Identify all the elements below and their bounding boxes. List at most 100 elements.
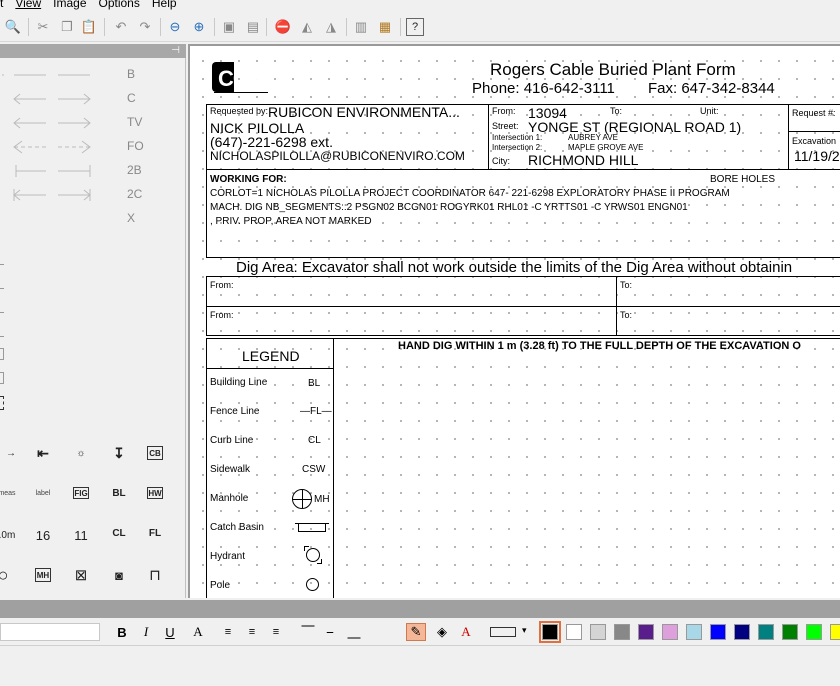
menu-item-options[interactable]: Options: [93, 0, 146, 10]
fig-symbol[interactable]: FIG: [73, 487, 89, 499]
line-style-x[interactable]: X: [0, 208, 186, 230]
legend-item-name: Curb Line: [210, 435, 254, 446]
font-color-button[interactable]: A: [188, 623, 208, 641]
redo-icon[interactable]: ↷: [136, 18, 154, 36]
dig-from-label-2: From:: [210, 310, 234, 320]
align-center-icon[interactable]: ≡: [242, 623, 262, 641]
label-symbol[interactable]: label: [32, 482, 54, 504]
dimension-symbol[interactable]: .0m: [0, 524, 18, 546]
fill-bucket-icon[interactable]: ◈: [432, 623, 452, 641]
menu-item-image[interactable]: Image: [47, 0, 92, 10]
pin-icon[interactable]: ⊣: [171, 45, 180, 56]
line-style-b[interactable]: B: [0, 64, 186, 86]
find-icon[interactable]: 🔍: [4, 18, 22, 36]
color-swatch[interactable]: [686, 624, 702, 640]
color-swatch[interactable]: [758, 624, 774, 640]
cut-icon[interactable]: ✂: [34, 18, 52, 36]
from-label: From:: [492, 106, 516, 116]
line-style-2b[interactable]: 2B: [0, 160, 186, 182]
align-right-icon[interactable]: ≡: [266, 623, 286, 641]
menu-item-help[interactable]: Help: [146, 0, 183, 10]
flip-vertical-icon[interactable]: ◮: [322, 18, 340, 36]
notes-icon[interactable]: ▦: [376, 18, 394, 36]
cl-symbol[interactable]: CL: [108, 522, 130, 544]
catch-basin-icon[interactable]: ⊠: [70, 564, 92, 586]
horizontal-scrollbar[interactable]: [0, 600, 840, 618]
color-swatch[interactable]: [806, 624, 822, 640]
meas-symbol[interactable]: meas: [0, 482, 18, 504]
arrow-left-bar-icon[interactable]: ⇤: [32, 442, 54, 464]
flip-horizontal-icon[interactable]: ◭: [298, 18, 316, 36]
bold-button[interactable]: B: [112, 623, 132, 641]
fl-symbol[interactable]: FL: [144, 522, 166, 544]
color-swatch[interactable]: [662, 624, 678, 640]
menu-item-edit-partial[interactable]: t: [0, 0, 9, 10]
hydrant-symbol-icon: [304, 546, 322, 564]
stop-icon[interactable]: ⛔: [274, 18, 292, 36]
toolbar-separator: [160, 18, 161, 36]
toolbar-separator: [214, 18, 215, 36]
toolbar-separator: [28, 18, 29, 36]
zoom-out-icon[interactable]: ⊖: [166, 18, 184, 36]
line-style-c[interactable]: C: [0, 88, 186, 110]
valign-top-icon[interactable]: ⎺: [298, 623, 318, 641]
properties-icon[interactable]: ▥: [352, 18, 370, 36]
send-back-icon[interactable]: ▤: [244, 18, 262, 36]
line-style-2c[interactable]: 2C: [0, 184, 186, 206]
ccs-logo: CCS: [212, 60, 268, 98]
color-swatch[interactable]: [539, 621, 561, 643]
drawing-canvas[interactable]: CCS Rogers Cable Buried Plant Form Phone…: [188, 44, 840, 598]
valign-middle-icon[interactable]: ⎯: [320, 623, 340, 641]
undo-icon[interactable]: ↶: [112, 18, 130, 36]
font-size-input[interactable]: [0, 623, 100, 641]
chevron-down-icon[interactable]: ▾: [522, 625, 527, 636]
color-swatch[interactable]: [566, 624, 582, 640]
color-swatch[interactable]: [638, 624, 654, 640]
line-style-fo[interactable]: FO: [0, 136, 186, 158]
line-width-dropdown[interactable]: [490, 627, 516, 637]
color-swatch[interactable]: [710, 624, 726, 640]
line-style-tv[interactable]: TV: [0, 112, 186, 134]
italic-button[interactable]: I: [136, 623, 156, 641]
color-swatch[interactable]: [614, 624, 630, 640]
paste-icon[interactable]: 📋: [80, 18, 98, 36]
cb-symbol[interactable]: CB: [147, 446, 163, 460]
pole-symbol-icon: [306, 578, 319, 591]
legend-item-code: CL: [308, 435, 321, 446]
value-11-symbol[interactable]: 11: [70, 524, 92, 546]
text-color-icon[interactable]: A: [456, 623, 476, 641]
legend-item-code: —FL—: [300, 406, 332, 417]
underline-button[interactable]: U: [160, 623, 180, 641]
bring-front-icon[interactable]: ▣: [220, 18, 238, 36]
pen-color-icon[interactable]: ✎: [406, 623, 426, 641]
hand-dig-warning: HAND DIG WITHIN 1 m (3.28 ft) TO THE FUL…: [398, 340, 801, 352]
legend-title: LEGEND: [242, 348, 300, 364]
bl-symbol[interactable]: BL: [108, 482, 130, 504]
hw-symbol[interactable]: HW: [147, 487, 163, 499]
menu-item-view[interactable]: View: [9, 0, 47, 10]
align-left-icon[interactable]: ≡: [218, 623, 238, 641]
valve-icon[interactable]: ◙: [108, 564, 130, 586]
legend-item-name: Pole: [210, 580, 231, 591]
sun-icon[interactable]: ☼: [70, 442, 92, 464]
manhole-symbol-icon: [292, 489, 312, 509]
color-swatch[interactable]: [734, 624, 750, 640]
valign-bottom-icon[interactable]: ⎽: [344, 623, 364, 641]
color-swatch[interactable]: [590, 624, 606, 640]
arrow-right-icon[interactable]: →: [0, 442, 22, 464]
copy-icon[interactable]: ❐: [58, 18, 76, 36]
transformer-icon[interactable]: ⊓: [144, 564, 166, 586]
color-swatch[interactable]: [830, 624, 840, 640]
legend-item-name: Catch Basin: [210, 522, 264, 533]
arrow-down-bar-icon[interactable]: ↧: [108, 442, 130, 464]
value-16-symbol[interactable]: 16: [32, 524, 54, 546]
help-icon[interactable]: ?: [406, 18, 424, 36]
form-title: Rogers Cable Buried Plant Form: [490, 60, 736, 79]
color-swatch[interactable]: [782, 624, 798, 640]
toolbar-separator: [346, 18, 347, 36]
legend-item-code: BL: [308, 378, 321, 389]
mh-symbol[interactable]: MH: [35, 568, 51, 582]
pole-icon[interactable]: ○: [0, 564, 14, 586]
dig-from-label-1: From:: [210, 280, 234, 290]
zoom-in-icon[interactable]: ⊕: [190, 18, 208, 36]
